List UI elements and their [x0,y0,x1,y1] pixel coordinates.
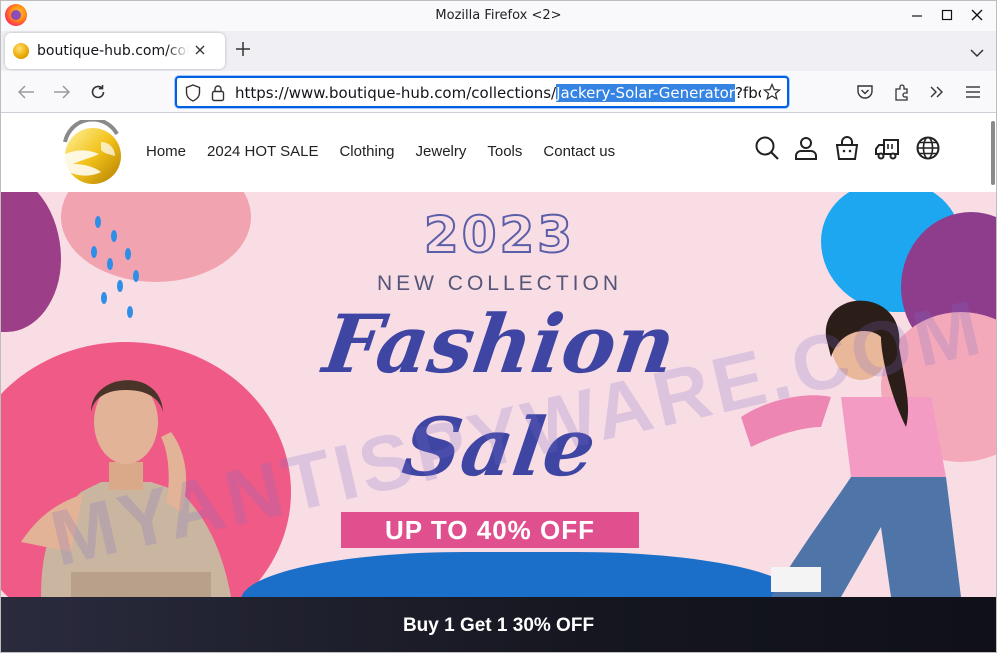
menu-2024-hot-sale[interactable]: 2024 HOT SALE [207,143,318,160]
browser-window: Mozilla Firefox <2> boutique-hub.com/col… [0,0,997,653]
app-menu-button[interactable] [962,81,984,103]
site-favicon-icon [13,43,29,59]
tab-title: boutique-hub.com/collec [37,43,189,59]
decorative-blob-blue-bottom [241,552,801,597]
menu-contact-us[interactable]: Contact us [543,143,615,160]
plus-icon [236,42,250,56]
lock-icon[interactable] [211,84,225,106]
forward-arrow-icon [54,85,71,99]
maximize-icon [941,9,953,21]
back-arrow-icon [17,85,34,99]
forward-button[interactable] [51,81,73,103]
url-base: https://www.boutique-hub.com/collections… [235,84,557,102]
double-chevron-right-icon [930,86,943,98]
menu-home[interactable]: Home [146,143,186,160]
address-bar[interactable]: https://www.boutique-hub.com/collections… [175,76,789,108]
minimize-icon [912,15,922,17]
tab-close-button[interactable] [195,43,205,59]
pocket-button[interactable] [854,81,876,103]
window-title: Mozilla Firefox <2> [435,8,562,23]
hero-offer-text: UP TO 40% OFF [385,514,595,545]
shipping-truck-icon [875,139,899,160]
page-scrollbar[interactable] [991,121,995,185]
hero-headline-sale: Sale [397,400,602,494]
search-button[interactable] [754,135,780,161]
menu-clothing[interactable]: Clothing [339,143,394,160]
puzzle-piece-icon [895,84,908,101]
language-globe-icon [916,136,940,160]
cart-button[interactable] [834,135,860,161]
eagle-logo-icon [61,117,121,184]
cart-icon [835,136,859,160]
close-icon [195,45,205,55]
account-icon [795,137,817,160]
site-logo[interactable] [55,117,125,186]
new-tab-button[interactable] [235,40,251,60]
hero-headline-fashion: Fashion [318,297,681,391]
menu-jewelry[interactable]: Jewelry [416,143,467,160]
hero-year: 2023 [423,205,576,265]
close-icon [971,9,983,21]
search-icon [755,136,779,160]
main-menu: Home 2024 HOT SALE Clothing Jewelry Tool… [146,143,636,160]
reload-icon [91,85,105,99]
shipping-tracking-button[interactable] [874,135,900,161]
url-text[interactable]: https://www.boutique-hub.com/collections… [235,84,761,102]
close-window-button[interactable] [962,3,992,27]
hamburger-menu-icon [966,86,980,98]
bookmark-star-icon[interactable] [762,82,782,105]
tab-active[interactable]: boutique-hub.com/collec [5,33,225,69]
account-button[interactable] [793,135,819,161]
overflow-menu-button[interactable] [926,81,948,103]
title-bar: Mozilla Firefox <2> [1,1,996,31]
site-header: Home 2024 HOT SALE Clothing Jewelry Tool… [1,113,996,192]
url-query: ?fbclid [734,84,761,102]
minimize-button[interactable] [902,3,932,27]
hero-subtitle: NEW COLLECTION [376,272,623,295]
promo-text: Buy 1 Get 1 30% OFF [402,614,595,636]
navigation-toolbar: https://www.boutique-hub.com/collections… [1,71,996,113]
chevron-down-icon [970,49,984,58]
language-selector-button[interactable] [915,135,941,161]
reload-button[interactable] [87,81,109,103]
menu-tools[interactable]: Tools [487,143,522,160]
tab-strip: boutique-hub.com/collec [1,31,996,71]
maximize-button[interactable] [932,3,962,27]
tracking-protection-shield-icon[interactable] [185,84,201,106]
hero-offer-badge[interactable]: UP TO 40% OFF [341,512,639,548]
list-all-tabs-button[interactable] [970,43,984,62]
extensions-button[interactable] [891,81,913,103]
pocket-icon [857,85,873,99]
hero-banner[interactable]: 2023 NEW COLLECTION Fashion Sale UP TO 4… [1,192,996,597]
promo-bar[interactable]: Buy 1 Get 1 30% OFF [1,597,996,652]
back-button[interactable] [15,81,37,103]
url-selected-text: Jackery-Solar-Generator [556,84,735,102]
